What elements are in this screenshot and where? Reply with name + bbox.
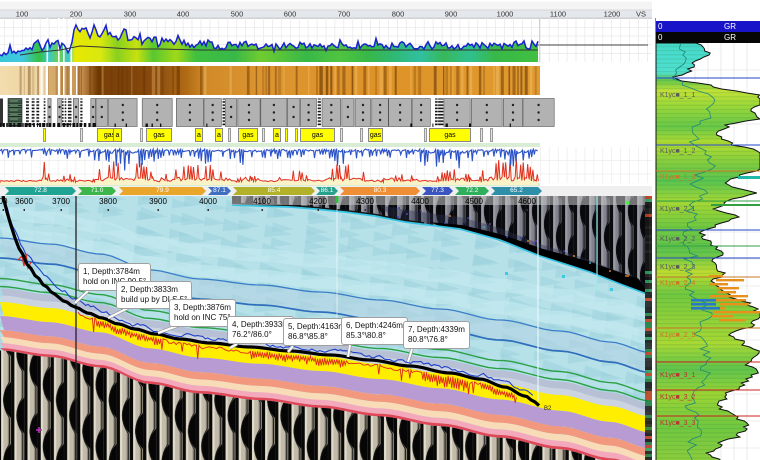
svg-text:B2: B2: [544, 406, 552, 412]
svg-text:3700: 3700: [52, 197, 70, 206]
svg-text:K1yc■_2_3: K1yc■_2_3: [660, 264, 695, 271]
svg-text:K1yc■_3_1: K1yc■_3_1: [660, 372, 695, 379]
svg-text:K1yc■_1_1: K1yc■_1_1: [660, 92, 695, 99]
svg-text:3900: 3900: [149, 197, 167, 206]
svg-text:4400: 4400: [411, 197, 429, 206]
svg-text:00: 00: [0, 197, 8, 206]
svg-text:K1yc■_1_2: K1yc■_1_2: [660, 148, 695, 155]
svg-text:K1yc■_2_4: K1yc■_2_4: [660, 280, 695, 287]
svg-text:4300: 4300: [356, 197, 374, 206]
svg-text:K1yc■_2_5: K1yc■_2_5: [660, 332, 695, 339]
svg-text:4600: 4600: [518, 197, 536, 206]
svg-text:4000: 4000: [199, 197, 217, 206]
svg-text:4500: 4500: [465, 197, 483, 206]
svg-text:K1yc■_3_3: K1yc■_3_3: [660, 420, 695, 427]
svg-text:K1yc■_3_2: K1yc■_3_2: [660, 394, 695, 401]
svg-text:3600: 3600: [15, 197, 33, 206]
svg-text:K1yc■_2_1: K1yc■_2_1: [660, 206, 695, 213]
svg-text:K1yc■_1_3: K1yc■_1_3: [660, 174, 695, 181]
svg-text:4100: 4100: [253, 197, 271, 206]
svg-text:K1yc■_2_2: K1yc■_2_2: [660, 236, 695, 243]
svg-text:3800: 3800: [99, 197, 117, 206]
svg-text:4200: 4200: [309, 197, 327, 206]
